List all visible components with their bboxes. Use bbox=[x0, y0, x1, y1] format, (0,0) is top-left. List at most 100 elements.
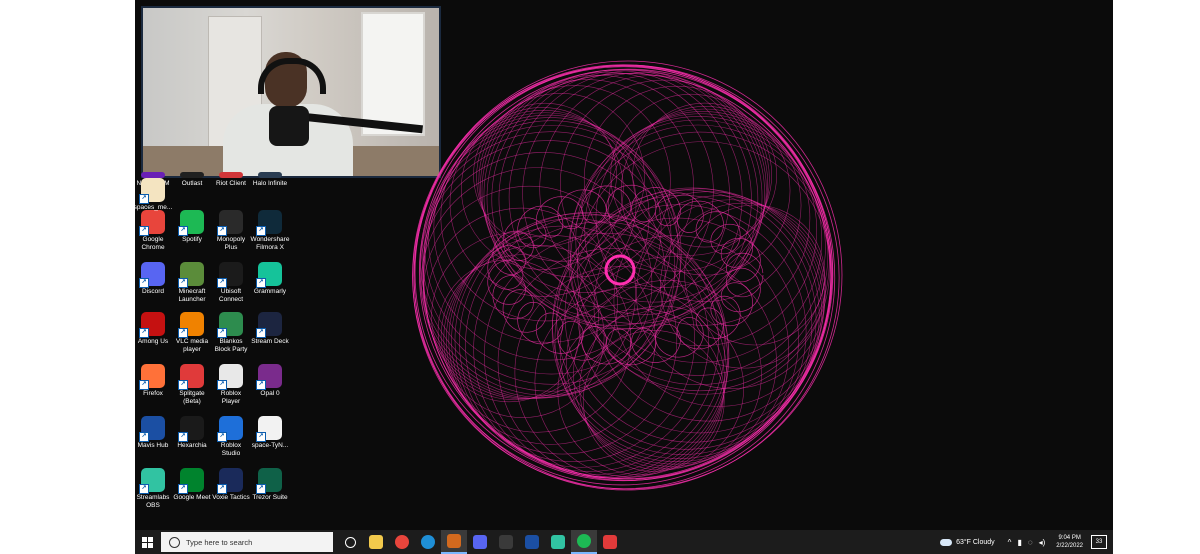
desktop-shortcut-label: Streamlabs OBS bbox=[136, 494, 170, 509]
shortcut-arrow-icon: ↗ bbox=[256, 484, 266, 494]
desktop-shortcut[interactable]: ↗ Voxie Tactics bbox=[211, 468, 251, 502]
desktop-shortcut[interactable]: ↗ Monopoly Plus bbox=[211, 210, 251, 252]
desktop-shortcut-label: Firefox bbox=[143, 390, 163, 397]
desktop-shortcut[interactable]: ↗ Roblox Studio bbox=[211, 416, 251, 458]
ubisoft-icon: ↗ bbox=[217, 262, 243, 288]
desktop-shortcut-label: Grammarly bbox=[253, 288, 287, 295]
terminal-icon bbox=[499, 535, 513, 549]
desktop-shortcut[interactable]: ↗ Stream Deck bbox=[250, 312, 290, 346]
discord-icon bbox=[473, 535, 487, 549]
taskbar-app-task-view-icon[interactable] bbox=[337, 530, 363, 554]
taskbar-app-terminal-icon[interactable] bbox=[493, 530, 519, 554]
shortcut-arrow-icon: ↗ bbox=[139, 484, 149, 494]
file-explorer-icon bbox=[369, 535, 383, 549]
desktop-shortcut-label: Spotify bbox=[182, 236, 202, 243]
network-icon[interactable]: ◌ bbox=[1028, 538, 1033, 547]
app-icon bbox=[447, 534, 461, 548]
weather-widget[interactable]: 63°F Cloudy bbox=[940, 538, 995, 546]
taskbar-app-edge-icon[interactable] bbox=[415, 530, 441, 554]
desktop-shortcut-label: Google Chrome bbox=[141, 236, 165, 251]
cloud-icon bbox=[940, 538, 953, 546]
hexarchia-icon: ↗ bbox=[178, 416, 204, 442]
taskbar-app-app-red-icon[interactable] bbox=[597, 530, 623, 554]
desktop-shortcut[interactable]: ↗ Opal 0 bbox=[250, 364, 290, 398]
taskbar-app-streamlabs-icon[interactable] bbox=[545, 530, 571, 554]
trezor-icon: ↗ bbox=[256, 468, 282, 494]
taskbar-search[interactable]: Type here to search bbox=[161, 532, 333, 552]
desktop-shortcut[interactable]: ↗ Trezor Suite bbox=[250, 468, 290, 502]
desktop-shortcut-label: Splitgate (Beta) bbox=[179, 390, 205, 405]
microphone-tray-icon[interactable]: ▮ bbox=[1017, 538, 1021, 547]
desktop-shortcut-label: Wondershare Filmora X bbox=[250, 236, 290, 251]
taskbar-app-app-icon[interactable] bbox=[441, 530, 467, 554]
roblox-player-icon: ↗ bbox=[217, 364, 243, 390]
desktop-shortcut-label: Roblox Player bbox=[220, 390, 242, 405]
desktop-shortcut-label: Opal 0 bbox=[260, 390, 280, 397]
streamlabs-icon bbox=[551, 535, 565, 549]
shortcut-arrow-icon: ↗ bbox=[217, 380, 227, 390]
desktop-shortcut[interactable]: ↗ Splitgate (Beta) bbox=[172, 364, 212, 406]
file-icon: ↗ bbox=[256, 416, 282, 442]
desktop-shortcut[interactable]: ↗ Minecraft Launcher bbox=[172, 262, 212, 304]
desktop-shortcut[interactable]: ↗ Discord bbox=[135, 262, 173, 296]
google-meet-icon: ↗ bbox=[178, 468, 204, 494]
desktop-shortcut[interactable]: ↗ Spotify bbox=[172, 210, 212, 244]
desktop-shortcut[interactable]: ↗ Hexarchia bbox=[172, 416, 212, 450]
shortcut-arrow-icon: ↗ bbox=[139, 278, 149, 288]
desktop-shortcut-label: Outlast bbox=[181, 180, 203, 187]
desktop-shortcut[interactable]: ↗ Wondershare Filmora X bbox=[250, 210, 290, 252]
taskbar-app-chrome-icon[interactable] bbox=[389, 530, 415, 554]
shortcut-arrow-icon: ↗ bbox=[178, 484, 188, 494]
firefox-icon: ↗ bbox=[139, 364, 165, 390]
desktop-shortcut-label: Hexarchia bbox=[177, 442, 207, 449]
chevron-up-icon[interactable]: ^ bbox=[1008, 538, 1012, 547]
desktop-shortcut[interactable]: ↗ Google Chrome bbox=[135, 210, 173, 252]
shortcut-arrow-icon: ↗ bbox=[139, 328, 149, 338]
desktop-shortcut[interactable]: ↗ Grammarly bbox=[250, 262, 290, 296]
streamlabs-icon: ↗ bbox=[139, 468, 165, 494]
document-icon: ↗ bbox=[139, 178, 165, 204]
shortcut-arrow-icon: ↗ bbox=[217, 432, 227, 442]
taskbar-app-spotify-icon[interactable] bbox=[571, 530, 597, 554]
desktop-shortcut[interactable]: ↗ space-TyN... bbox=[250, 416, 290, 450]
taskbar-app-mavis-hub-icon[interactable] bbox=[519, 530, 545, 554]
desktop-shortcut[interactable]: ↗ Ubisoft Connect bbox=[211, 262, 251, 304]
desktop-screen: NZXT CAMOutlastRiot ClientHalo Infinite↗… bbox=[135, 0, 1113, 554]
desktop-shortcut-label: Discord bbox=[141, 288, 165, 295]
shortcut-arrow-icon: ↗ bbox=[256, 278, 266, 288]
desktop-shortcut[interactable]: Halo Infinite bbox=[250, 172, 290, 188]
desktop-shortcut[interactable]: ↗ Roblox Player bbox=[211, 364, 251, 406]
desktop-shortcut[interactable]: ↗ Mavis Hub bbox=[135, 416, 173, 450]
desktop-shortcut[interactable]: ↗ Streamlabs OBS bbox=[135, 468, 173, 510]
microphone-icon bbox=[269, 106, 309, 146]
desktop-shortcut[interactable]: Outlast bbox=[172, 172, 212, 188]
desktop-shortcut-label: Trezor Suite bbox=[252, 494, 288, 501]
desktop-shortcut[interactable]: ↗ spaces_me... bbox=[135, 178, 173, 212]
clock[interactable]: 9:04 PM 2/22/2022 bbox=[1056, 534, 1083, 550]
desktop-shortcut[interactable]: ↗ Blankos Block Party bbox=[211, 312, 251, 354]
desktop-shortcut[interactable]: ↗ VLC media player bbox=[172, 312, 212, 354]
clock-date: 2/22/2022 bbox=[1056, 543, 1083, 549]
start-button[interactable] bbox=[135, 530, 159, 554]
desktop-shortcut-label: space-TyN... bbox=[251, 442, 289, 449]
desktop-shortcut-label: Ubisoft Connect bbox=[218, 288, 244, 303]
edge-icon bbox=[421, 535, 435, 549]
desktop-shortcut[interactable]: ↗ Google Meet bbox=[172, 468, 212, 502]
taskbar-app-discord-icon[interactable] bbox=[467, 530, 493, 554]
desktop-shortcut-label: Blankos Block Party bbox=[214, 338, 248, 353]
shortcut-arrow-icon: ↗ bbox=[178, 278, 188, 288]
desktop-shortcut-label: VLC media player bbox=[175, 338, 209, 353]
vlc-icon: ↗ bbox=[178, 312, 204, 338]
shortcut-arrow-icon: ↗ bbox=[178, 226, 188, 236]
desktop-shortcut[interactable]: ↗ Firefox bbox=[135, 364, 173, 398]
taskbar-app-file-explorer-icon[interactable] bbox=[363, 530, 389, 554]
mavis-hub-icon bbox=[525, 535, 539, 549]
notification-center-button[interactable]: 33 bbox=[1091, 535, 1107, 549]
among-us-icon: ↗ bbox=[139, 312, 165, 338]
grammarly-icon: ↗ bbox=[256, 262, 282, 288]
desktop-shortcut[interactable]: ↗ Among Us bbox=[135, 312, 173, 346]
desktop-shortcut[interactable]: Riot Client bbox=[211, 172, 251, 188]
search-icon bbox=[169, 536, 180, 548]
volume-icon[interactable]: ◂) bbox=[1039, 538, 1046, 547]
desktop-shortcut-label: Minecraft Launcher bbox=[178, 288, 206, 303]
